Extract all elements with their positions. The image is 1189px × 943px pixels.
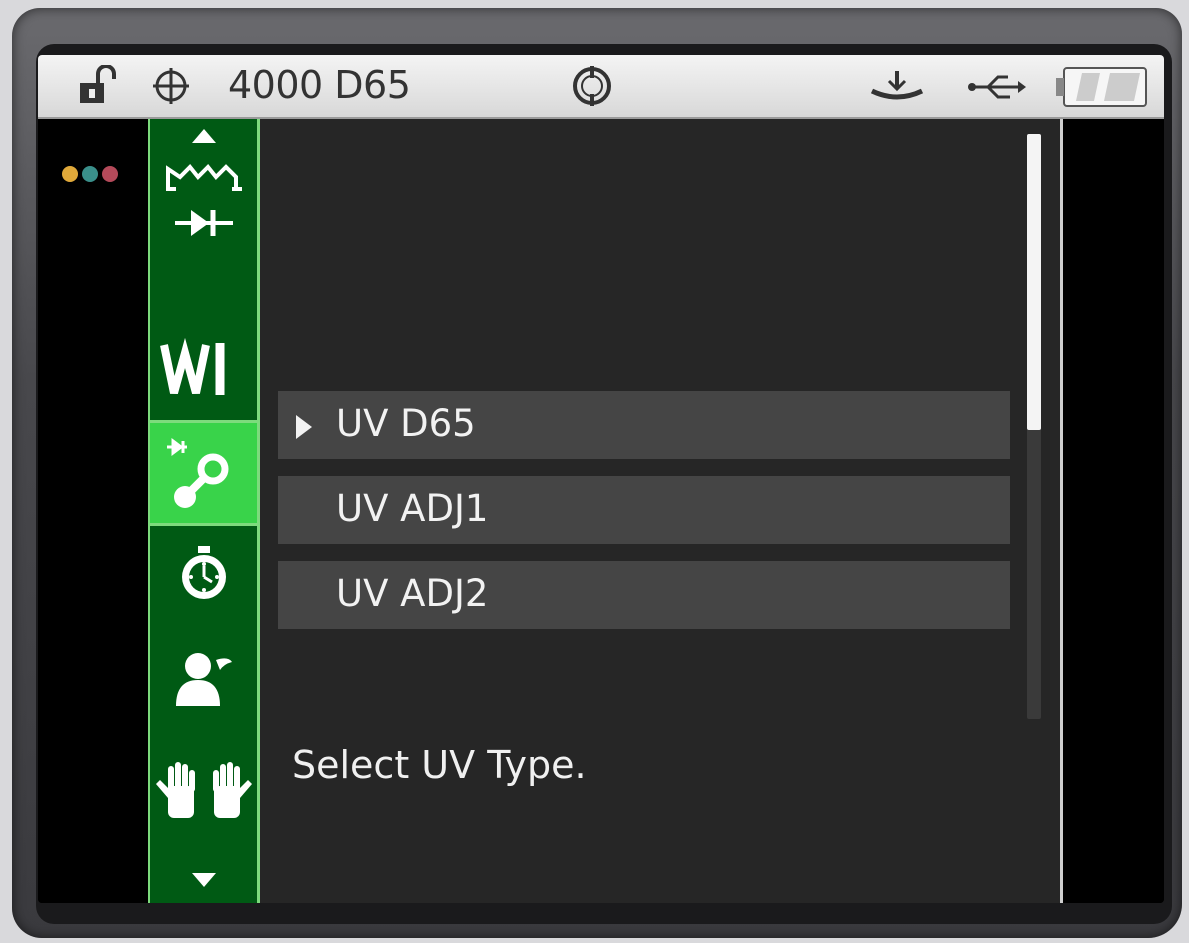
main-panel: UV D65 UV ADJ1 UV ADJ2 Select UV Type.	[260, 119, 1060, 903]
hint-text: Select UV Type.	[292, 743, 587, 787]
left-strip	[38, 119, 148, 903]
right-strip	[1060, 119, 1164, 903]
selection-arrow-icon	[296, 415, 312, 439]
ground-icon	[870, 71, 924, 100]
waveform-icon	[165, 164, 242, 191]
hands-icon	[155, 762, 252, 818]
menu-item-label: UV ADJ2	[336, 572, 489, 615]
user-icon	[175, 653, 232, 706]
status-bar: 4000 D65	[38, 55, 1164, 119]
indicator-dot-1	[62, 166, 78, 182]
lock-open-icon	[80, 65, 116, 103]
menu-item-uv-adj1[interactable]: UV ADJ1	[278, 476, 1010, 544]
rail-scroll-down[interactable]	[150, 867, 257, 893]
crosshair-icon	[153, 68, 189, 104]
rail-item-uv-probe[interactable]	[150, 423, 257, 523]
up-arrow-icon	[191, 129, 216, 143]
down-arrow-icon	[191, 873, 216, 887]
scrollbar-thumb[interactable]	[1027, 134, 1041, 430]
battery-icon	[1056, 67, 1147, 107]
indicator-dot-3	[102, 166, 118, 182]
rail-scroll-up[interactable]	[150, 123, 257, 149]
scrollbar[interactable]	[1027, 134, 1041, 719]
menu-item-uv-d65[interactable]: UV D65	[278, 391, 1010, 459]
menu-item-label: UV ADJ1	[336, 487, 489, 530]
status-text: 4000 D65	[228, 63, 411, 107]
indicator-dot-2	[82, 166, 98, 182]
rail-item-diode[interactable]	[150, 203, 257, 243]
nav-rail: WI	[148, 119, 260, 903]
rail-item-user[interactable]	[150, 645, 257, 711]
target-icon	[573, 66, 611, 106]
menu-item-label: UV D65	[336, 402, 476, 445]
usb-icon	[968, 75, 1026, 99]
wi-icon: WI	[159, 337, 224, 395]
rail-item-timer[interactable]	[150, 543, 257, 603]
rail-item-wi[interactable]: WI	[150, 333, 257, 403]
rail-item-waveform[interactable]	[150, 153, 257, 197]
uv-probe-icon	[166, 438, 228, 508]
rail-item-hands[interactable]	[150, 755, 257, 825]
device-screen: 4000 D65 UV D65 UV ADJ1 UV ADJ2 Select U…	[38, 55, 1164, 903]
menu-item-uv-adj2[interactable]: UV ADJ2	[278, 561, 1010, 629]
timer-icon	[181, 546, 226, 599]
diode-icon	[174, 210, 233, 236]
rail-separator-2	[150, 523, 257, 526]
